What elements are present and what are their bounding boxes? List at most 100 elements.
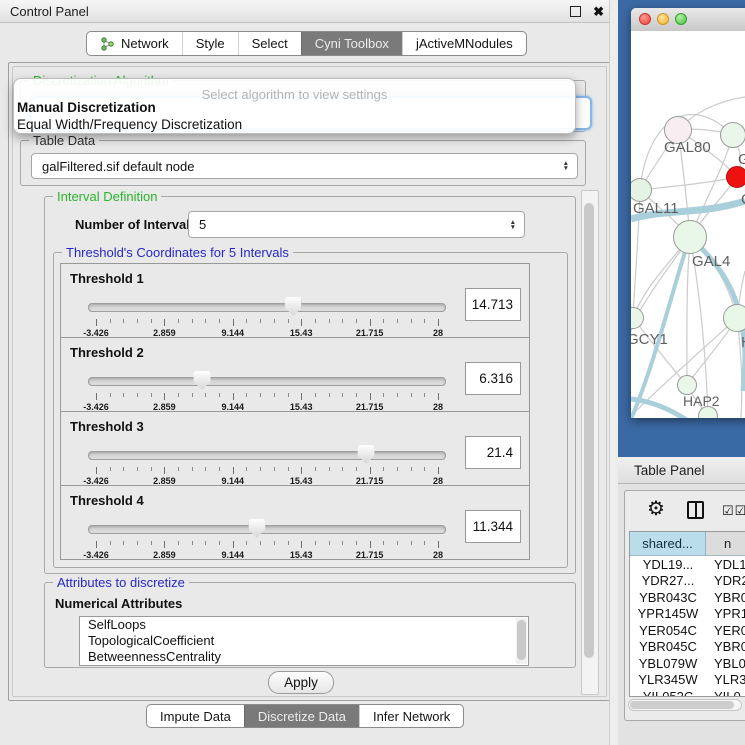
HAP2-node[interactable] xyxy=(677,375,697,395)
settings-scrollbar-thumb[interactable] xyxy=(584,203,594,658)
checkbox-pair-icon[interactable]: ☑☑ xyxy=(722,503,745,519)
slider-thumb-rail xyxy=(96,296,438,317)
node-label-gal80: GAL80 xyxy=(664,139,711,156)
number-of-intervals-label: Number of Intervals xyxy=(75,217,197,232)
minimize-traffic-light-icon[interactable] xyxy=(657,13,669,25)
table-row[interactable]: YBR043CYBR0 xyxy=(630,589,745,606)
table-cell: YIL0 xyxy=(706,689,745,697)
screen: Control Panel ✖ Network StyleSelect Cyni T… xyxy=(0,0,745,745)
red-node[interactable] xyxy=(726,166,745,188)
threshold-value-field-2[interactable]: 6.316 xyxy=(465,362,521,395)
tab-select[interactable]: Select xyxy=(238,32,301,55)
table-cell: YBR0 xyxy=(706,639,745,654)
table-horizontal-scrollbar[interactable] xyxy=(628,699,742,711)
table-row[interactable]: YBR045CYBR0 xyxy=(630,639,745,656)
algorithm-option-manual-discretization[interactable]: Manual Discretization xyxy=(17,100,565,115)
node-label-gal4: GAL4 xyxy=(692,253,730,270)
table-row[interactable]: YLR345WYLR3 xyxy=(630,672,745,689)
gear-icon[interactable]: ⚙ xyxy=(647,499,665,519)
table-data-group-title: Table Data xyxy=(29,133,99,148)
attribute-item-betweennesscentrality[interactable]: BetweennessCentrality xyxy=(80,649,528,665)
threshold-slider-1[interactable]: -3.4262.8599.14415.4321.71528 xyxy=(88,296,446,340)
tab-cyni-toolbox[interactable]: Cyni Toolbox xyxy=(301,32,402,55)
tab-impute-data[interactable]: Impute Data xyxy=(147,705,244,727)
table-row[interactable]: YIL052CYIL0 xyxy=(630,688,745,697)
tab-network[interactable]: Network xyxy=(87,32,182,55)
table-cell: YBL079W xyxy=(630,656,706,671)
tab-infer-network[interactable]: Infer Network xyxy=(359,705,463,727)
attributes-list-scrollbar-thumb[interactable] xyxy=(517,620,526,660)
thresholds-group-title: Threshold's Coordinates for 5 Intervals xyxy=(62,245,293,260)
number-of-intervals-combobox[interactable]: 5 ▲▼ xyxy=(188,211,525,238)
zoom-traffic-light-icon[interactable] xyxy=(675,13,687,25)
table-cell: YBL0 xyxy=(706,656,745,671)
table-row[interactable]: YBL079WYBL0 xyxy=(630,655,745,672)
node-table[interactable]: shared...n YDL19...YDL1YDR27...YDR2YBR04… xyxy=(629,531,745,697)
GAL4-node[interactable] xyxy=(673,220,707,254)
table-cell: YBR045C xyxy=(630,639,706,654)
threshold-box-2: Threshold 2-3.4262.8599.14415.4321.71528… xyxy=(60,337,530,412)
table-cell: YLR3 xyxy=(706,672,745,687)
table-row[interactable]: YDL19...YDL1 xyxy=(630,556,745,573)
threshold-slider-3[interactable]: -3.4262.8599.14415.4321.71528 xyxy=(88,444,446,488)
settings-vertical-scrollbar[interactable] xyxy=(581,190,599,695)
apply-button-label: Apply xyxy=(284,675,318,690)
threshold-box-1: Threshold 1-3.4262.8599.14415.4321.71528… xyxy=(60,263,530,338)
attribute-item-selfloops[interactable]: SelfLoops xyxy=(80,617,528,633)
attribute-item-topologicalcoefficient[interactable]: TopologicalCoefficient xyxy=(80,633,528,649)
algorithm-option-equal-width-frequency-discretization[interactable]: Equal Width/Frequency Discretization xyxy=(17,117,565,132)
column-header-shared-[interactable]: shared... xyxy=(630,532,706,555)
table-cell: YER054C xyxy=(630,623,706,638)
tab-label-jactivemnodules: jActiveMNodules xyxy=(416,36,513,51)
threshold-box-4: Threshold 4-3.4262.8599.14415.4321.71528… xyxy=(60,485,530,560)
top-tab-strip: Network StyleSelect Cyni Toolbox jActiveMNo… xyxy=(86,31,527,56)
slider-thumb[interactable] xyxy=(358,445,375,464)
slider-thumb-rail xyxy=(96,518,438,539)
slider-thumb[interactable] xyxy=(248,519,265,538)
table-cell: YER0 xyxy=(706,623,745,638)
slider-thumb[interactable] xyxy=(285,297,302,316)
table-cell: YPR1 xyxy=(706,606,745,621)
attributes-list-scrollbar[interactable] xyxy=(516,618,527,664)
threshold-list: Threshold 1-3.4262.8599.14415.4321.71528… xyxy=(60,264,530,560)
table-cell: YDL1 xyxy=(706,557,745,572)
table-row[interactable]: YPR145WYPR1 xyxy=(630,606,745,623)
control-panel-titlebar: Control Panel ✖ xyxy=(0,0,614,23)
algorithm-dropdown-popup: Select algorithm to view settings Manual… xyxy=(13,78,576,134)
threshold-value-field-1[interactable]: 14.713 xyxy=(465,288,521,321)
numerical-attributes-list[interactable]: SelfLoopsTopologicalCoefficientBetweenne… xyxy=(79,616,529,666)
slider-ticks xyxy=(96,393,438,401)
network-window-titlebar[interactable] xyxy=(631,8,745,32)
close-traffic-light-icon[interactable] xyxy=(639,13,651,25)
tab-jactivemnodules[interactable]: jActiveMNodules xyxy=(402,32,526,55)
column-header-n[interactable]: n xyxy=(706,532,745,555)
table-scrollbar-thumb[interactable] xyxy=(630,701,734,709)
table-cell: YIL052C xyxy=(630,689,706,697)
node-top-right[interactable] xyxy=(720,122,745,148)
slider-thumb[interactable] xyxy=(194,371,211,390)
network-view-window: GAL80GACGAL11GAL4GCY1HHAP2 xyxy=(631,8,745,418)
tab-style[interactable]: Style xyxy=(182,32,238,55)
number-of-intervals-value: 5 xyxy=(199,217,206,232)
threshold-label-3: Threshold 3 xyxy=(70,419,144,434)
tab-label-network: Network xyxy=(121,36,169,51)
close-icon[interactable]: ✖ xyxy=(593,5,604,18)
H-node[interactable] xyxy=(723,304,745,332)
tab-label-cyni-toolbox: Cyni Toolbox xyxy=(315,36,389,51)
threshold-box-3: Threshold 3 -3.4262.8599.14415.4321.71528… xyxy=(60,411,530,486)
split-columns-icon[interactable] xyxy=(687,501,704,519)
table-data-combobox[interactable]: galFiltered.sif default node ▲▼ xyxy=(31,153,578,179)
table-cell: YDL19... xyxy=(630,557,706,572)
threshold-slider-4[interactable]: -3.4262.8599.14415.4321.71528 xyxy=(88,518,446,562)
bottom-tab-strip: Impute DataDiscretize DataInfer Network xyxy=(146,704,464,728)
node-label-gal11: GAL11 xyxy=(633,200,679,217)
threshold-value-field-4[interactable]: 11.344 xyxy=(465,510,521,543)
table-row[interactable]: YER054CYER0 xyxy=(630,622,745,639)
threshold-value-field-3[interactable]: 21.4 xyxy=(465,436,521,469)
float-window-icon[interactable] xyxy=(570,6,581,17)
threshold-slider-2[interactable]: -3.4262.8599.14415.4321.71528 xyxy=(88,370,446,414)
tab-discretize-data[interactable]: Discretize Data xyxy=(244,705,359,727)
apply-button[interactable]: Apply xyxy=(268,671,334,694)
table-row[interactable]: YDR27...YDR2 xyxy=(630,573,745,590)
network-canvas[interactable]: GAL80GACGAL11GAL4GCY1HHAP2 xyxy=(631,31,745,418)
